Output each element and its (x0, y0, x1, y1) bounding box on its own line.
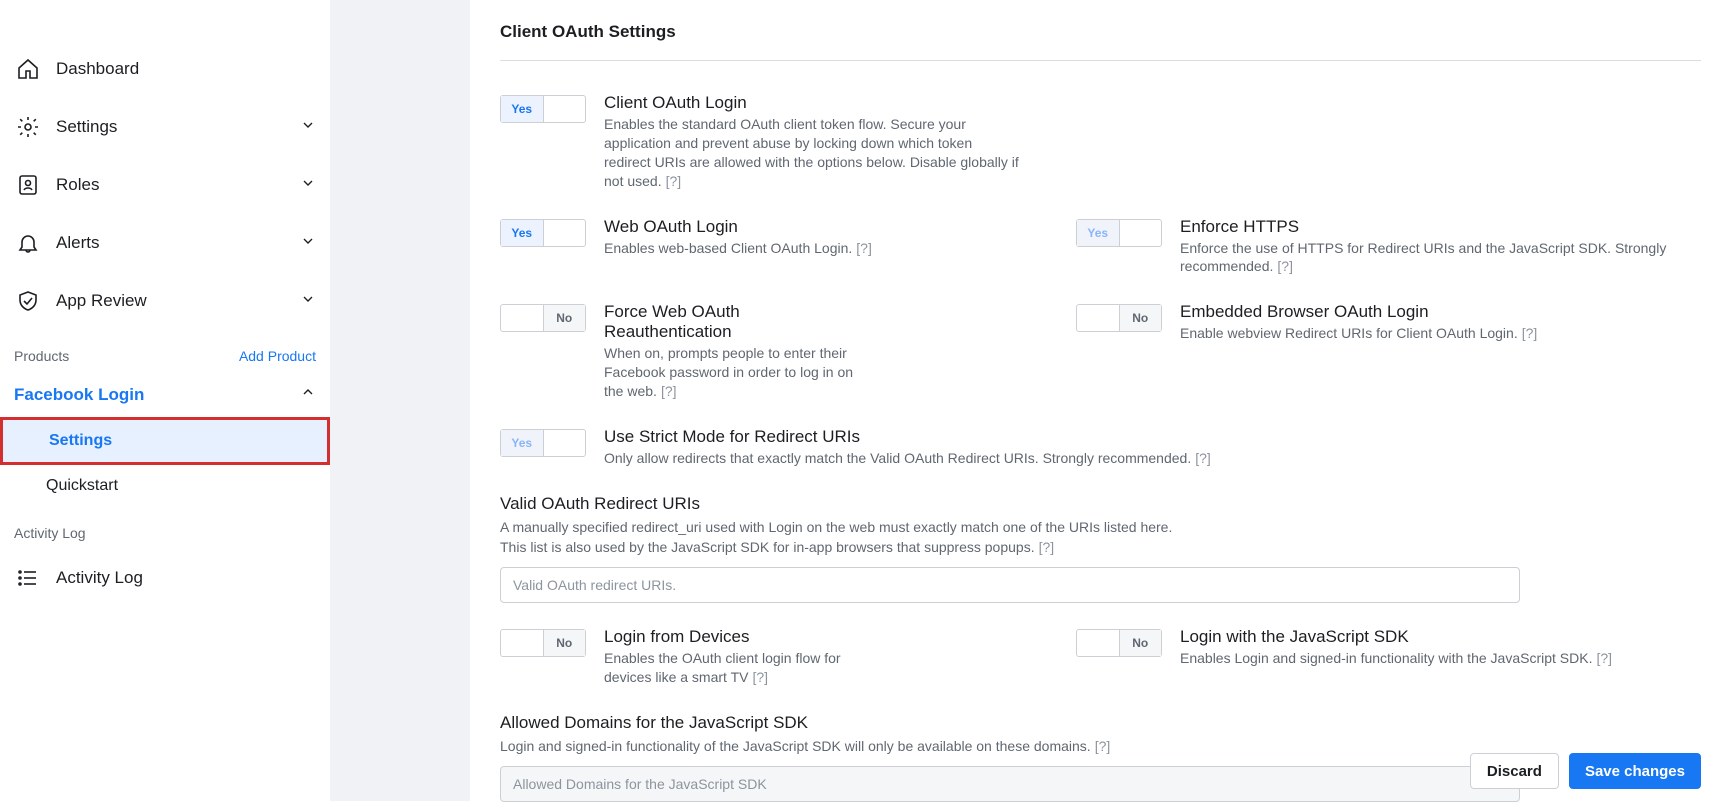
sidebar-subitem-settings[interactable]: Settings (0, 417, 330, 465)
chevron-down-icon (300, 233, 316, 254)
toggle-yes: Yes (501, 630, 543, 656)
toggle-no: No (544, 96, 586, 122)
toggle-yes: Yes (501, 96, 544, 122)
sidebar-item-roles[interactable]: Roles (0, 156, 330, 214)
help-icon[interactable]: [?] (661, 383, 677, 399)
toggle-no: No (544, 430, 586, 456)
sidebar-item-alerts[interactable]: Alerts (0, 214, 330, 272)
toggle-client-oauth-login[interactable]: Yes No (500, 95, 586, 123)
help-icon[interactable]: [?] (1277, 258, 1293, 274)
nav-label: App Review (56, 291, 300, 311)
setting-title: Embedded Browser OAuth Login (1180, 302, 1701, 322)
setting-title: Client OAuth Login (604, 93, 1020, 113)
toggle-no: No (543, 630, 586, 656)
toggle-yes: Yes (501, 220, 544, 246)
help-icon[interactable]: [?] (752, 669, 768, 685)
toggle-yes: Yes (1077, 220, 1120, 246)
allowed-domains-title: Allowed Domains for the JavaScript SDK (500, 713, 1701, 733)
help-icon[interactable]: [?] (666, 173, 682, 189)
toggle-yes: Yes (501, 430, 544, 456)
discard-button[interactable]: Discard (1470, 753, 1559, 789)
toggle-yes: Yes (1077, 630, 1119, 656)
add-product-link[interactable]: Add Product (239, 348, 316, 364)
products-label: Products (14, 348, 69, 364)
toggle-force-reauth[interactable]: Yes No (500, 304, 586, 332)
gap-area (330, 0, 470, 801)
sidebar: Dashboard Settings Roles Alerts App Revi… (0, 0, 330, 801)
sidebar-subitem-quickstart[interactable]: Quickstart (0, 465, 330, 507)
toggle-web-oauth-login[interactable]: Yes No (500, 219, 586, 247)
toggle-yes: Yes (501, 305, 543, 331)
setting-desc: When on, prompts people to enter their F… (604, 344, 864, 401)
chevron-down-icon (300, 291, 316, 312)
toggle-yes: Yes (1077, 305, 1119, 331)
setting-title: Enforce HTTPS (1180, 217, 1701, 237)
products-section-header: Products Add Product (0, 330, 330, 372)
allowed-domains-input (500, 766, 1520, 802)
footer-actions: Discard Save changes (1470, 753, 1701, 789)
help-icon[interactable]: [?] (1596, 650, 1612, 666)
activity-log-section-label: Activity Log (0, 507, 330, 549)
gear-icon (14, 113, 42, 141)
sidebar-item-dashboard[interactable]: Dashboard (0, 40, 330, 98)
redirect-uris-desc: A manually specified redirect_uri used w… (500, 518, 1701, 557)
toggle-strict-mode[interactable]: Yes No (500, 429, 586, 457)
toggle-enforce-https[interactable]: Yes No (1076, 219, 1162, 247)
sidebar-item-app-review[interactable]: App Review (0, 272, 330, 330)
nav-label: Settings (56, 117, 300, 137)
product-label: Facebook Login (14, 385, 144, 405)
help-icon[interactable]: [?] (1195, 450, 1211, 466)
nav-label: Roles (56, 175, 300, 195)
setting-title: Force Web OAuth Reauthentication (604, 302, 864, 342)
toggle-embedded-browser[interactable]: Yes No (1076, 304, 1162, 332)
toggle-no: No (1120, 220, 1162, 246)
page-title: Client OAuth Settings (500, 0, 1701, 61)
help-icon[interactable]: [?] (856, 240, 872, 256)
sidebar-item-activity-log[interactable]: Activity Log (0, 549, 330, 607)
home-icon (14, 55, 42, 83)
sidebar-item-facebook-login[interactable]: Facebook Login (0, 372, 330, 417)
shield-check-icon (14, 287, 42, 315)
help-icon[interactable]: [?] (1095, 738, 1111, 754)
chevron-up-icon (300, 384, 316, 405)
toggle-login-devices[interactable]: Yes No (500, 629, 586, 657)
setting-desc: Enables the OAuth client login flow for … (604, 649, 844, 687)
redirect-uris-title: Valid OAuth Redirect URIs (500, 494, 1701, 514)
setting-title: Use Strict Mode for Redirect URIs (604, 427, 1701, 447)
save-button[interactable]: Save changes (1569, 753, 1701, 789)
setting-desc: Enables the standard OAuth client token … (604, 115, 1020, 191)
list-icon (14, 564, 42, 592)
setting-desc: Enforce the use of HTTPS for Redirect UR… (1180, 239, 1701, 277)
help-icon[interactable]: [?] (1039, 539, 1055, 555)
main-content: Client OAuth Settings Yes No Client OAut… (470, 0, 1731, 801)
setting-desc: Enable webview Redirect URIs for Client … (1180, 324, 1701, 343)
chevron-down-icon (300, 175, 316, 196)
nav-label: Dashboard (56, 59, 316, 79)
id-card-icon (14, 171, 42, 199)
toggle-login-js-sdk[interactable]: Yes No (1076, 629, 1162, 657)
nav-label: Alerts (56, 233, 300, 253)
nav-label: Activity Log (56, 568, 316, 588)
bell-icon (14, 229, 42, 257)
toggle-no: No (1119, 630, 1162, 656)
setting-title: Web OAuth Login (604, 217, 1020, 237)
sidebar-item-settings[interactable]: Settings (0, 98, 330, 156)
toggle-no: No (1119, 305, 1162, 331)
setting-desc: Enables web-based Client OAuth Login.[?] (604, 239, 1020, 258)
toggle-no: No (544, 220, 586, 246)
toggle-no: No (543, 305, 586, 331)
setting-title: Login from Devices (604, 627, 844, 647)
redirect-uris-input[interactable] (500, 567, 1520, 603)
setting-desc: Enables Login and signed-in functionalit… (1180, 649, 1701, 668)
setting-title: Login with the JavaScript SDK (1180, 627, 1701, 647)
help-icon[interactable]: [?] (1522, 325, 1538, 341)
setting-desc: Only allow redirects that exactly match … (604, 449, 1701, 468)
chevron-down-icon (300, 117, 316, 138)
